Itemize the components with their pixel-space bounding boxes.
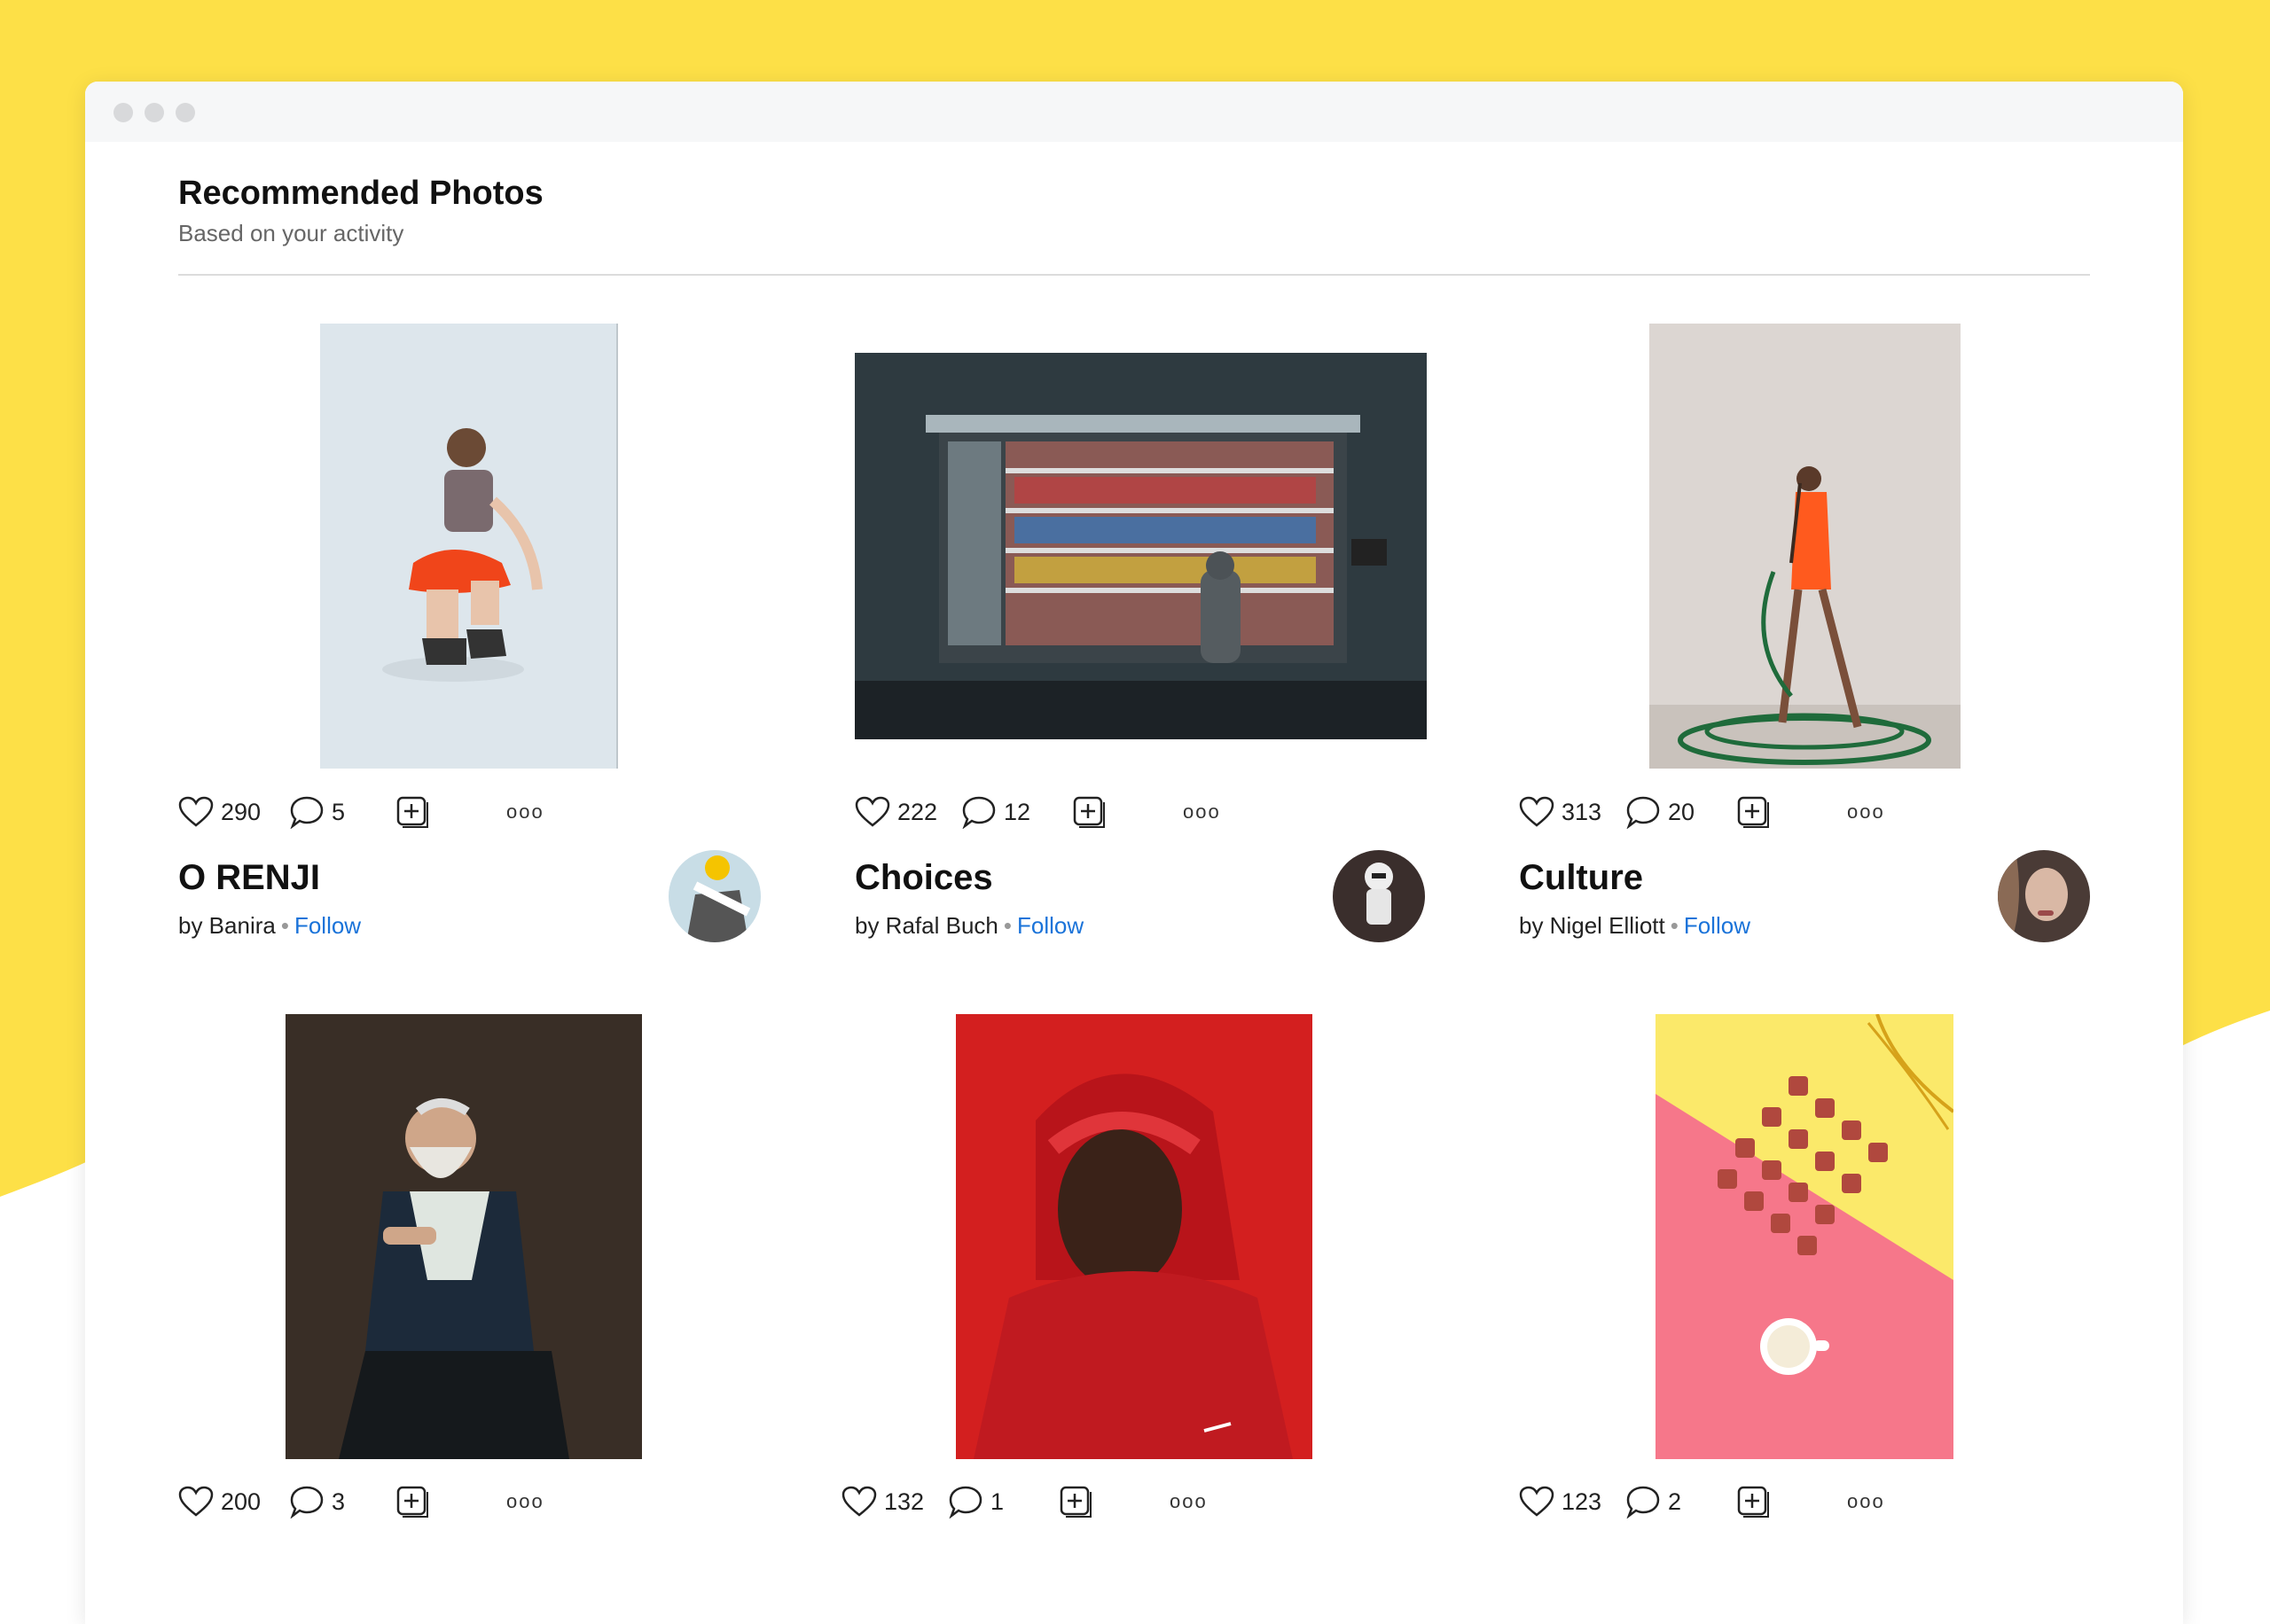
byline-separator: • xyxy=(1003,912,1012,939)
follow-link[interactable]: Follow xyxy=(1684,912,1750,939)
browser-window: Recommended Photos Based on your activit… xyxy=(85,82,2183,1624)
byline-separator: • xyxy=(1670,912,1679,939)
add-to-collection-button[interactable] xyxy=(1059,1482,1092,1521)
more-options-button[interactable]: ooo xyxy=(1847,792,1885,832)
like-count: 313 xyxy=(1562,798,1602,825)
page-subtitle: Based on your activity xyxy=(178,220,404,246)
heart-icon xyxy=(841,1486,877,1517)
comment-bubble-icon xyxy=(290,796,324,829)
window-close-dot[interactable] xyxy=(114,103,133,122)
add-to-collection-icon xyxy=(1737,796,1769,828)
comment-count: 3 xyxy=(332,1487,346,1515)
heart-icon xyxy=(1519,1486,1554,1517)
window-minimize-dot[interactable] xyxy=(145,103,164,122)
comment-bubble-icon xyxy=(962,796,996,829)
comment-bubble-icon xyxy=(290,1486,324,1519)
post-title[interactable]: Choices xyxy=(855,858,993,898)
author-avatar[interactable] xyxy=(1333,850,1425,942)
heart-icon xyxy=(855,796,890,827)
add-to-collection-button[interactable] xyxy=(1072,792,1106,832)
photo-red-hood[interactable] xyxy=(956,1014,1312,1459)
author-avatar[interactable] xyxy=(1998,850,2090,942)
photo-flatlay[interactable] xyxy=(1656,1014,1953,1459)
comment-bubble-icon xyxy=(1626,796,1660,829)
more-options-icon: ooo xyxy=(506,1490,544,1512)
follow-link[interactable]: Follow xyxy=(294,912,361,939)
photo-actions: 200 3 ooo xyxy=(178,1482,551,1521)
photo-actions: 132 1 ooo xyxy=(841,1482,1214,1521)
comment-button[interactable]: 1 xyxy=(948,1482,1004,1521)
comment-button[interactable]: 3 xyxy=(289,1482,345,1521)
like-count: 290 xyxy=(221,798,262,825)
like-count: 123 xyxy=(1562,1487,1602,1515)
post-byline: by Rafal Buch • Follow xyxy=(855,912,1084,940)
heart-icon xyxy=(178,1486,214,1517)
add-to-collection-icon xyxy=(1073,796,1105,828)
add-to-collection-icon xyxy=(396,1486,428,1518)
like-button[interactable]: 290 xyxy=(178,792,261,832)
photo-culture[interactable] xyxy=(1649,324,1961,769)
more-options-button[interactable]: ooo xyxy=(506,792,544,832)
more-options-icon: ooo xyxy=(506,800,544,823)
author-avatar[interactable] xyxy=(669,850,761,942)
like-button[interactable]: 313 xyxy=(1519,792,1601,832)
header-divider xyxy=(178,274,2090,276)
photo-actions: 313 20 ooo xyxy=(1519,792,1891,832)
post-byline: by Nigel Elliott • Follow xyxy=(1519,912,1750,940)
page-title: Recommended Photos xyxy=(178,175,544,212)
post-title[interactable]: O RENJI xyxy=(178,858,320,898)
more-options-button[interactable]: ooo xyxy=(1170,1482,1208,1521)
like-button[interactable]: 123 xyxy=(1519,1482,1601,1521)
heart-icon xyxy=(178,796,214,827)
more-options-button[interactable]: ooo xyxy=(506,1482,544,1521)
author-name[interactable]: by Banira xyxy=(178,912,276,939)
like-button[interactable]: 132 xyxy=(841,1482,924,1521)
more-options-icon: ooo xyxy=(1847,1490,1885,1512)
post-byline: by Banira • Follow xyxy=(178,912,361,940)
like-count: 200 xyxy=(221,1487,262,1515)
window-titlebar xyxy=(85,82,2183,142)
add-to-collection-icon xyxy=(1737,1486,1769,1518)
add-to-collection-icon xyxy=(396,796,428,828)
window-maximize-dot[interactable] xyxy=(176,103,195,122)
comment-button[interactable]: 2 xyxy=(1625,1482,1681,1521)
comment-bubble-icon xyxy=(949,1486,982,1519)
comment-count: 20 xyxy=(1668,798,1695,825)
photo-actions: 290 5 ooo xyxy=(178,792,551,832)
like-count: 222 xyxy=(897,798,938,825)
byline-separator: • xyxy=(280,912,289,939)
photo-choices[interactable] xyxy=(855,353,1427,739)
more-options-icon: ooo xyxy=(1170,1490,1208,1512)
comment-bubble-icon xyxy=(1626,1486,1660,1519)
heart-icon xyxy=(1519,796,1554,827)
photo-actions: 123 2 ooo xyxy=(1519,1482,1891,1521)
like-button[interactable]: 200 xyxy=(178,1482,261,1521)
add-to-collection-button[interactable] xyxy=(1736,792,1770,832)
like-button[interactable]: 222 xyxy=(855,792,937,832)
post-title[interactable]: Culture xyxy=(1519,858,1643,898)
add-to-collection-button[interactable] xyxy=(395,1482,429,1521)
follow-link[interactable]: Follow xyxy=(1017,912,1084,939)
comment-button[interactable]: 5 xyxy=(289,792,345,832)
photo-actions: 222 12 ooo xyxy=(855,792,1227,832)
comment-count: 2 xyxy=(1668,1487,1682,1515)
comment-count: 5 xyxy=(332,798,346,825)
photo-bearded-man[interactable] xyxy=(286,1014,642,1459)
author-name[interactable]: by Rafal Buch xyxy=(855,912,998,939)
like-count: 132 xyxy=(884,1487,925,1515)
author-name[interactable]: by Nigel Elliott xyxy=(1519,912,1665,939)
add-to-collection-icon xyxy=(1060,1486,1092,1518)
add-to-collection-button[interactable] xyxy=(395,792,429,832)
add-to-collection-button[interactable] xyxy=(1736,1482,1770,1521)
comment-count: 1 xyxy=(990,1487,1005,1515)
more-options-icon: ooo xyxy=(1847,800,1885,823)
more-options-icon: ooo xyxy=(1183,800,1221,823)
comment-button[interactable]: 20 xyxy=(1625,792,1695,832)
more-options-button[interactable]: ooo xyxy=(1183,792,1221,832)
comment-button[interactable]: 12 xyxy=(961,792,1030,832)
comment-count: 12 xyxy=(1004,798,1031,825)
photo-o-renji[interactable] xyxy=(320,324,618,769)
more-options-button[interactable]: ooo xyxy=(1847,1482,1885,1521)
